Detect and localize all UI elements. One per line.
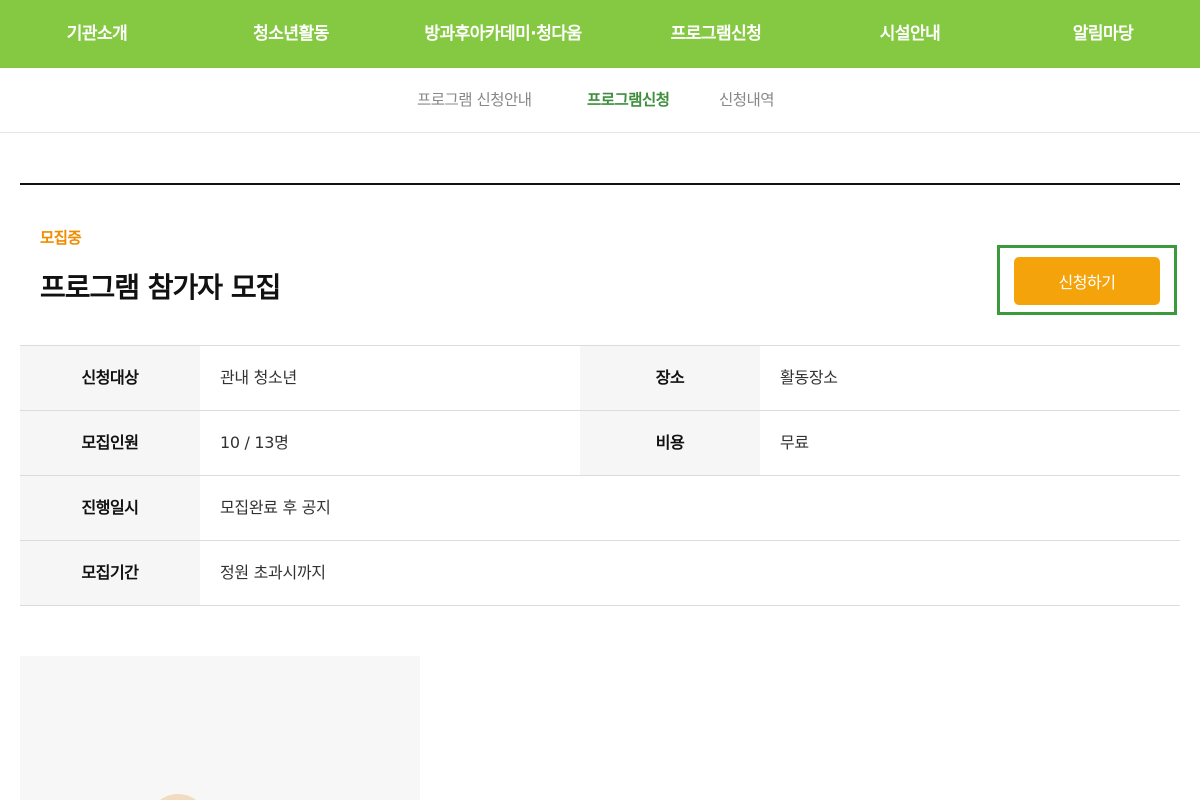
table-row: 모집기간 정원 초과시까지 xyxy=(20,541,1180,606)
nav-item-youth-activities[interactable]: 청소년활동 xyxy=(253,0,329,68)
poster-illustration xyxy=(148,794,208,800)
table-row: 신청대상 관내 청소년 장소 활동장소 xyxy=(20,346,1180,411)
main-navigation: 기관소개 청소년활동 방과후아카데미·청다움 프로그램신청 시설안내 알림마당 xyxy=(0,0,1200,68)
subnav-item-program-application[interactable]: 프로그램신청 xyxy=(587,68,670,133)
label-capacity: 모집인원 xyxy=(20,411,200,475)
nav-item-about[interactable]: 기관소개 xyxy=(67,0,128,68)
sub-navigation: 프로그램 신청안내 프로그램신청 신청내역 xyxy=(0,68,1200,133)
apply-button[interactable]: 신청하기 xyxy=(1014,257,1160,305)
value-location: 활동장소 xyxy=(780,368,838,387)
program-poster-image xyxy=(20,656,420,800)
label-cost: 비용 xyxy=(580,411,760,475)
table-row: 진행일시 모집완료 후 공지 xyxy=(20,476,1180,541)
nav-item-facilities[interactable]: 시설안내 xyxy=(880,0,941,68)
program-info-table: 신청대상 관내 청소년 장소 활동장소 모집인원 10 / 13명 비용 무료 … xyxy=(20,345,1180,606)
status-badge: 모집중 xyxy=(40,229,82,247)
section-divider xyxy=(20,183,1180,185)
nav-item-notices[interactable]: 알림마당 xyxy=(1073,0,1134,68)
subnav-item-application-history[interactable]: 신청내역 xyxy=(719,68,775,133)
value-schedule: 모집완료 후 공지 xyxy=(220,498,331,517)
page-title: 프로그램 참가자 모집 xyxy=(40,271,281,304)
label-location: 장소 xyxy=(580,346,760,410)
value-capacity: 10 / 13명 xyxy=(220,433,289,452)
label-target: 신청대상 xyxy=(20,346,200,410)
table-row: 모집인원 10 / 13명 비용 무료 xyxy=(20,411,1180,476)
value-target: 관내 청소년 xyxy=(220,368,297,387)
nav-item-after-school-academy[interactable]: 방과후아카데미·청다움 xyxy=(424,0,582,68)
value-recruitment-period: 정원 초과시까지 xyxy=(220,563,326,582)
label-schedule: 진행일시 xyxy=(20,476,200,540)
value-cost: 무료 xyxy=(780,433,809,452)
label-recruitment-period: 모집기간 xyxy=(20,541,200,605)
nav-item-program-application[interactable]: 프로그램신청 xyxy=(671,0,762,68)
subnav-item-application-guide[interactable]: 프로그램 신청안내 xyxy=(417,68,532,133)
